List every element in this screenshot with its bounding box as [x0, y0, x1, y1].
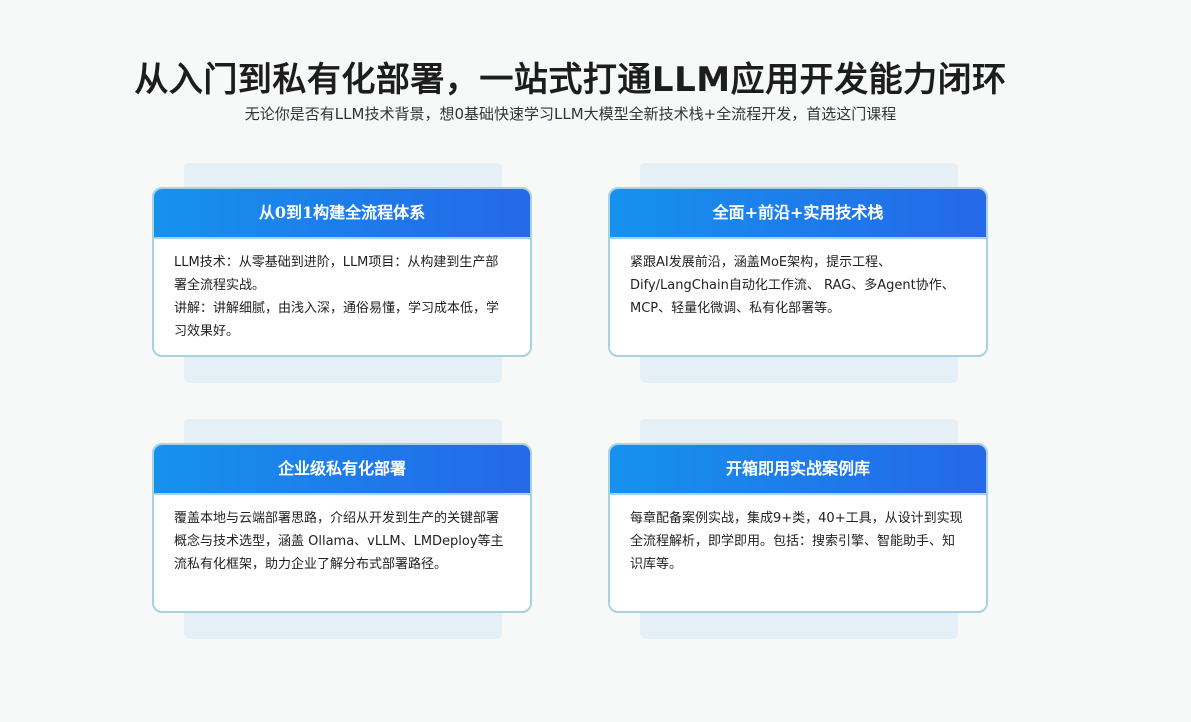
- feature-card-tech-stack: 全面+前沿+实用技术栈 紧跟AI发展前沿，涵盖MoE架构，提示工程、Dify/L…: [608, 163, 990, 387]
- card-panel: 企业级私有化部署 覆盖本地与云端部署思路，介绍从开发到生产的关键部署概念与技术选…: [152, 443, 532, 613]
- card-title: 全面+前沿+实用技术栈: [610, 189, 986, 239]
- card-body: LLM技术：从零基础到进阶，LLM项目：从构建到生产部署全流程实战。 讲解：讲解…: [154, 239, 530, 343]
- card-paragraph: 讲解：讲解细腻，由浅入深，通俗易懂，学习成本低，学习效果好。: [174, 301, 500, 339]
- card-paragraph: 每章配备案例实战，集成9+类，40+工具，从设计到实现全流程解析，即学即用。包括…: [630, 511, 963, 572]
- card-paragraph: 紧跟AI发展前沿，涵盖MoE架构，提示工程、Dify/LangChain自动化工…: [630, 255, 955, 316]
- card-title: 企业级私有化部署: [154, 445, 530, 495]
- card-title: 从0到1构建全流程体系: [154, 189, 530, 239]
- page-subtitle: 无论你是否有LLM技术背景，想0基础快速学习LLM大模型全新技术栈+全流程开发，…: [244, 105, 897, 123]
- card-panel: 从0到1构建全流程体系 LLM技术：从零基础到进阶，LLM项目：从构建到生产部署…: [152, 187, 532, 357]
- card-body: 每章配备案例实战，集成9+类，40+工具，从设计到实现全流程解析，即学即用。包括…: [610, 495, 986, 576]
- card-paragraph: LLM技术：从零基础到进阶，LLM项目：从构建到生产部署全流程实战。: [174, 255, 499, 293]
- card-paragraph: 覆盖本地与云端部署思路，介绍从开发到生产的关键部署概念与技术选型，涵盖 Olla…: [174, 511, 504, 572]
- card-panel: 开箱即用实战案例库 每章配备案例实战，集成9+类，40+工具，从设计到实现全流程…: [608, 443, 988, 613]
- card-panel: 全面+前沿+实用技术栈 紧跟AI发展前沿，涵盖MoE架构，提示工程、Dify/L…: [608, 187, 988, 357]
- feature-card-case-library: 开箱即用实战案例库 每章配备案例实战，集成9+类，40+工具，从设计到实现全流程…: [608, 419, 990, 643]
- page-title: 从入门到私有化部署，一站式打通LLM应用开发能力闭环: [134, 60, 1007, 100]
- card-title: 开箱即用实战案例库: [610, 445, 986, 495]
- card-body: 覆盖本地与云端部署思路，介绍从开发到生产的关键部署概念与技术选型，涵盖 Olla…: [154, 495, 530, 576]
- card-body: 紧跟AI发展前沿，涵盖MoE架构，提示工程、Dify/LangChain自动化工…: [610, 239, 986, 320]
- feature-card-private-deploy: 企业级私有化部署 覆盖本地与云端部署思路，介绍从开发到生产的关键部署概念与技术选…: [152, 419, 534, 643]
- feature-card-full-process: 从0到1构建全流程体系 LLM技术：从零基础到进阶，LLM项目：从构建到生产部署…: [152, 163, 534, 387]
